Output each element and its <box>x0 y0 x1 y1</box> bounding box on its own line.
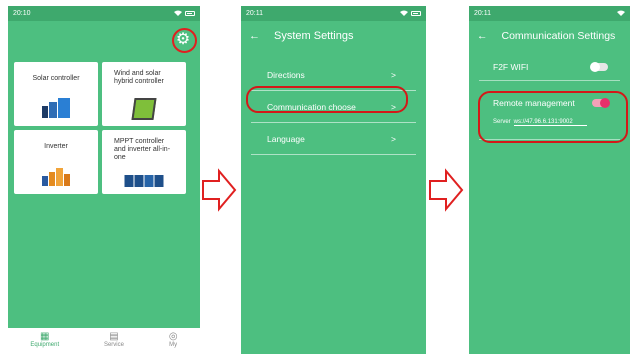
arrow-right-icon <box>429 168 464 212</box>
back-arrow-icon[interactable]: ← <box>249 30 260 42</box>
highlight-box <box>478 91 628 143</box>
arrow-right-icon <box>202 168 237 212</box>
card-mppt-inverter[interactable]: MPPT controller and inverter all-in-one <box>102 130 186 194</box>
inverter-image <box>42 168 70 186</box>
phone-screen-home: 20:10 ⚙ Solar controller Wind and solar … <box>8 6 200 354</box>
hybrid-controller-image <box>131 98 157 120</box>
status-time: 20:10 <box>13 10 31 17</box>
back-arrow-icon[interactable]: ← <box>477 30 488 42</box>
solar-controller-image <box>42 98 70 118</box>
status-time: 20:11 <box>474 10 491 17</box>
app-header: ← Communication Settings <box>469 25 630 47</box>
card-wind-solar-hybrid[interactable]: Wind and solar hybrid controller <box>102 62 186 126</box>
phone-screen-system-settings: 20:11 ← System Settings Directions > Com… <box>241 6 426 354</box>
menu-item-language[interactable]: Language > <box>251 123 416 155</box>
tab-label: Equipment <box>30 342 60 348</box>
page-title: Communication Settings <box>501 30 616 42</box>
card-inverter[interactable]: Inverter <box>14 130 98 194</box>
wifi-icon <box>400 10 408 18</box>
device-grid: Solar controller Wind and solar hybrid c… <box>14 62 194 194</box>
battery-icon <box>411 11 421 16</box>
service-icon: ▤ <box>109 331 119 342</box>
chevron-right-icon: > <box>391 133 396 144</box>
user-icon: ◎ <box>168 331 178 342</box>
tab-label: Service <box>103 342 124 348</box>
tab-service[interactable]: ▤ Service <box>104 331 124 348</box>
f2f-wifi-row: F2F WIFI <box>479 53 620 81</box>
battery-icon <box>185 11 195 16</box>
canvas: 20:10 ⚙ Solar controller Wind and solar … <box>0 0 630 354</box>
f2f-wifi-label: F2F WIFI <box>493 61 529 72</box>
tab-equipment[interactable]: ▦ Equipment <box>30 331 59 348</box>
menu-item-label: Language <box>267 133 305 144</box>
chevron-right-icon: > <box>391 69 396 80</box>
card-label: Inverter <box>44 143 68 150</box>
card-label: MPPT controller and inverter all-in-one <box>114 138 171 161</box>
grid-icon: ▦ <box>40 331 50 342</box>
status-bar: 20:10 <box>8 6 200 21</box>
card-label: Wind and solar hybrid controller <box>114 70 164 85</box>
tab-label: My <box>169 342 178 348</box>
app-header: ← System Settings <box>241 25 426 47</box>
mppt-inverter-image <box>124 175 164 187</box>
card-label: Solar controller <box>32 75 80 82</box>
status-bar: 20:11 <box>469 6 630 21</box>
f2f-wifi-toggle[interactable] <box>590 61 608 72</box>
page-title: System Settings <box>274 30 354 42</box>
highlight-circle <box>172 28 197 53</box>
highlight-box <box>246 86 408 113</box>
bottom-tab-bar: ▦ Equipment ▤ Service ◎ My <box>8 328 200 354</box>
phone-screen-communication-settings: 20:11 ← Communication Settings F2F WIFI … <box>469 6 630 354</box>
status-time: 20:11 <box>246 10 263 17</box>
wifi-icon <box>174 10 182 18</box>
wifi-icon <box>617 10 625 18</box>
home-header: ⚙ <box>8 21 200 59</box>
status-bar: 20:11 <box>241 6 426 21</box>
tab-my[interactable]: ◎ My <box>169 331 178 348</box>
card-solar-controller[interactable]: Solar controller <box>14 62 98 126</box>
menu-item-label: Directions <box>267 69 305 80</box>
